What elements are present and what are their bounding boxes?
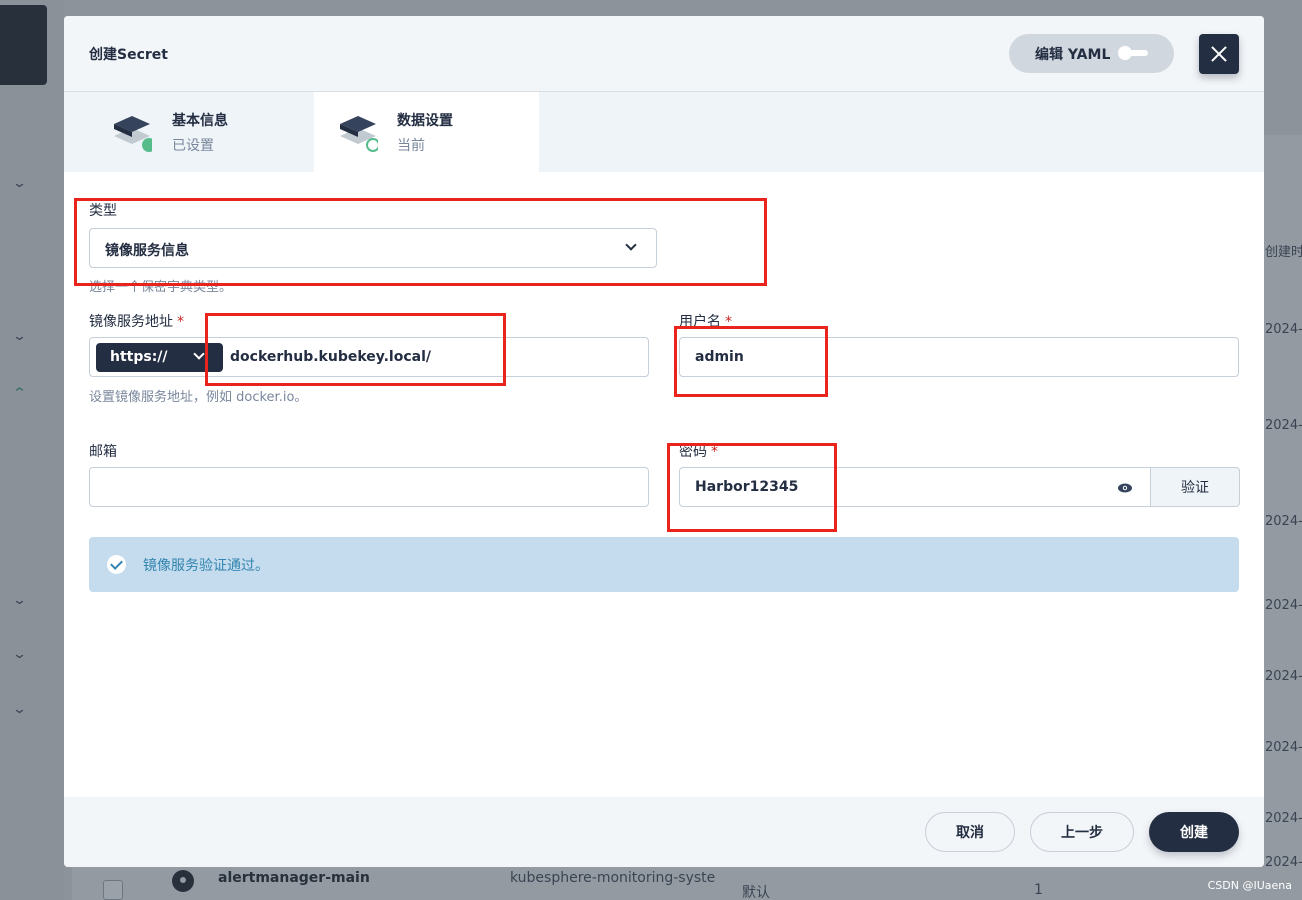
protocol-select[interactable]: https:// (96, 343, 223, 372)
protocol-value: https:// (110, 349, 168, 365)
background-date: 2024- (1265, 598, 1302, 613)
layers-icon (340, 116, 378, 152)
step-tabs: 基本信息 已设置 数据设置 当前 (64, 92, 1264, 172)
row-project: kubesphere-monitoring-syste (510, 870, 716, 886)
email-label: 邮箱 (89, 444, 117, 460)
background-date: 2024- (1265, 740, 1302, 755)
registry-hint: 设置镜像服务地址，例如 docker.io。 (89, 390, 308, 405)
step-title: 数据设置 (397, 113, 453, 129)
edit-yaml-label: 编辑 YAML (1035, 46, 1111, 63)
cancel-button[interactable]: 取消 (925, 812, 1015, 852)
modal-footer: 取消 上一步 创建 (64, 797, 1264, 867)
modal-title: 创建Secret (89, 47, 168, 63)
alert-text: 镜像服务验证通过。 (143, 558, 269, 574)
layers-icon (114, 116, 152, 152)
chevron-down-icon: ⌄ (11, 329, 28, 344)
background-date: 2024- (1265, 811, 1302, 826)
step-subtitle: 当前 (397, 138, 425, 154)
step-basic-info[interactable]: 基本信息 已设置 (64, 92, 289, 172)
verification-alert: 镜像服务验证通过。 (89, 537, 1239, 592)
key-icon (172, 870, 194, 892)
step-data-settings[interactable]: 数据设置 当前 (314, 92, 539, 172)
annotation-box-password (667, 443, 837, 532)
annotation-box-registry (205, 313, 506, 386)
row-type: 默认 (742, 885, 770, 900)
background-date: 2024- (1265, 669, 1302, 684)
modal-header: 创建Secret 编辑 YAML (64, 16, 1264, 92)
check-circle-icon (107, 555, 126, 574)
watermark: CSDN @IUaena (1207, 879, 1292, 892)
edit-yaml-toggle[interactable]: 编辑 YAML (1009, 34, 1174, 73)
row-count: 1 (1034, 882, 1043, 898)
annotation-box-username (674, 326, 828, 397)
email-input[interactable] (89, 467, 649, 507)
chevron-up-icon: ⌃ (11, 386, 28, 401)
chevron-down-icon: ⌄ (11, 593, 28, 608)
chevron-down-icon: ⌄ (11, 702, 28, 717)
close-button[interactable] (1199, 34, 1239, 74)
background-date: 2024- (1265, 514, 1302, 529)
background-date: 2024- (1265, 418, 1302, 433)
background-sidebar (0, 0, 64, 900)
step-subtitle: 已设置 (172, 138, 214, 154)
toggle-switch-icon (1118, 46, 1148, 60)
eye-icon[interactable] (1118, 483, 1132, 493)
verify-button[interactable]: 验证 (1150, 467, 1240, 507)
registry-label: 镜像服务地址 * (89, 314, 184, 330)
row-name[interactable]: alertmanager-main (218, 870, 370, 886)
chevron-down-icon (193, 348, 205, 360)
row-checkbox[interactable] (103, 880, 123, 900)
chevron-down-icon: ⌄ (11, 647, 28, 662)
annotation-box-type (74, 198, 767, 286)
previous-button[interactable]: 上一步 (1030, 812, 1134, 852)
step-title: 基本信息 (172, 113, 228, 129)
background-date: 2024- (1265, 322, 1302, 337)
create-button[interactable]: 创建 (1149, 812, 1239, 852)
background-date: 2024- (1265, 855, 1302, 870)
chevron-down-icon: ⌄ (11, 176, 28, 191)
background-column-header: 创建时 (1265, 245, 1302, 260)
background-logo (0, 5, 47, 85)
create-secret-modal: 创建Secret 编辑 YAML 基本信息 已设置 数据设置 当前 类型 镜像服… (64, 16, 1264, 867)
